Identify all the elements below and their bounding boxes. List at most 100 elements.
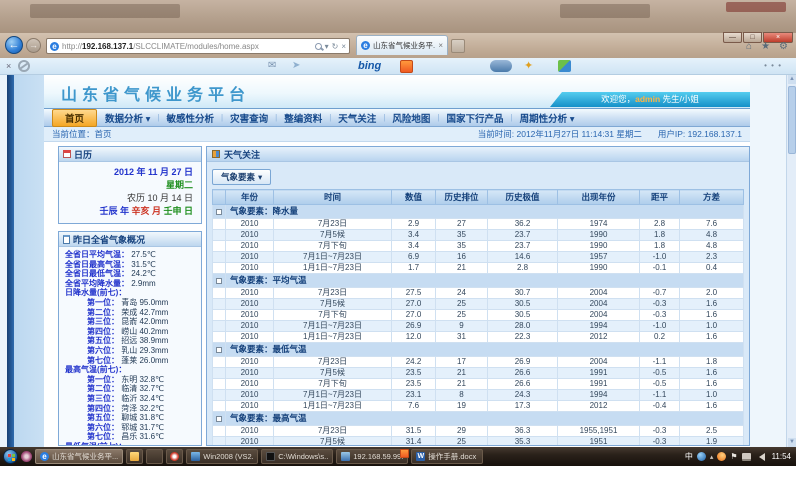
- action-center-flag-icon[interactable]: ⚑: [730, 452, 737, 461]
- network-icon[interactable]: [742, 453, 751, 461]
- cell: 2010: [226, 310, 274, 321]
- volume-icon[interactable]: [755, 453, 765, 461]
- element-selector-button[interactable]: 气象要素 ▾: [212, 169, 271, 185]
- cell: 2004: [558, 310, 640, 321]
- search-icon[interactable]: [315, 43, 322, 50]
- group-checkbox[interactable]: [216, 347, 222, 353]
- addon-cube-icon[interactable]: [558, 60, 571, 72]
- table-row[interactable]: 20107月5候23.52126.61991-0.51.6: [213, 368, 744, 379]
- tray-app-icon[interactable]: [697, 452, 706, 461]
- more-options-icon[interactable]: • • •: [764, 61, 782, 70]
- scroll-down-icon[interactable]: ▼: [788, 438, 796, 447]
- nav-item[interactable]: 周期性分析 ▾: [518, 111, 577, 125]
- tab-close-icon[interactable]: ×: [438, 41, 443, 50]
- table-row[interactable]: 20107月下旬3.43523.719901.84.8: [213, 241, 744, 252]
- tray-expand-icon[interactable]: ▴: [710, 453, 714, 461]
- column-header[interactable]: 时间: [274, 190, 392, 205]
- nav-item[interactable]: 灾害查询: [228, 111, 270, 125]
- sparkle-icon[interactable]: ✦: [524, 59, 533, 72]
- taskbar-clock[interactable]: 11:54: [772, 452, 791, 461]
- forward-button[interactable]: →: [26, 38, 41, 53]
- scroll-up-icon[interactable]: ▲: [788, 75, 796, 84]
- search-caret-icon[interactable]: ▾: [325, 42, 329, 51]
- table-row[interactable]: 20101月1日~7月23日12.03122.320120.21.6: [213, 332, 744, 343]
- nav-item[interactable]: 整编资料: [282, 111, 324, 125]
- taskbar-icon-button[interactable]: [146, 449, 163, 464]
- table-row[interactable]: 20107月23日2.92736.219742.87.6: [213, 219, 744, 230]
- group-checkbox[interactable]: [216, 416, 222, 422]
- group-row[interactable]: 气象要素：最高气温: [213, 412, 744, 426]
- taskbar-icon-button[interactable]: [126, 449, 143, 464]
- taskbar-window-button[interactable]: 192.168.59.99...: [336, 449, 408, 464]
- cell: 4.8: [680, 241, 744, 252]
- page-scrollbar[interactable]: ▲ ▼: [786, 75, 796, 447]
- table-row[interactable]: 20107月23日24.21726.92004-1.11.8: [213, 357, 744, 368]
- page-title: 山东省气候业务平台: [61, 81, 250, 105]
- cell: 26.6: [488, 379, 558, 390]
- table-row[interactable]: 20107月5候31.42535.31951-0.31.9: [213, 437, 744, 447]
- cell: 1.6: [680, 299, 744, 310]
- table-row[interactable]: 20107月5候27.02530.52004-0.31.6: [213, 299, 744, 310]
- mail-icon[interactable]: ✉: [268, 60, 276, 71]
- group-checkbox[interactable]: [216, 209, 222, 215]
- table-row[interactable]: 20101月1日~7月23日1.7212.81990-0.10.4: [213, 263, 744, 274]
- nav-item[interactable]: 数据分析 ▾: [103, 111, 152, 125]
- column-header[interactable]: 历史极值: [488, 190, 558, 205]
- favorites-star-icon[interactable]: ★: [761, 41, 770, 52]
- taskbar-icon-button[interactable]: [166, 449, 183, 464]
- group-checkbox[interactable]: [216, 278, 222, 284]
- taskbar-window-button[interactable]: Win2008 (VS2...: [186, 449, 258, 464]
- commandbar-close-icon[interactable]: ×: [6, 61, 11, 71]
- nav-item[interactable]: 首页: [52, 109, 97, 127]
- table-row[interactable]: 20107月下旬23.52126.61991-0.51.6: [213, 379, 744, 390]
- orange-addon-icon[interactable]: [400, 60, 413, 73]
- cell: 23.1: [392, 390, 436, 401]
- table-row[interactable]: 20101月1日~7月23日7.61917.32012-0.41.6: [213, 401, 744, 412]
- pinned-app-icon[interactable]: [21, 451, 32, 462]
- table-row[interactable]: 20107月1日~7月23日6.91614.61957-1.02.3: [213, 252, 744, 263]
- nav-item[interactable]: 国家下行产品: [444, 111, 505, 125]
- rank-item: 第一位： 青岛 95.0mm: [65, 298, 197, 308]
- addon-pill-icon[interactable]: [490, 60, 512, 72]
- column-header[interactable]: 数值: [392, 190, 436, 205]
- send-icon[interactable]: ➤: [292, 60, 300, 71]
- group-row[interactable]: 气象要素：降水量: [213, 205, 744, 219]
- table-row[interactable]: 20107月23日27.52430.72004-0.72.0: [213, 288, 744, 299]
- cell: 1.8: [640, 241, 680, 252]
- table-row[interactable]: 20107月1日~7月23日23.1824.31994-1.11.0: [213, 390, 744, 401]
- column-header[interactable]: 距平: [640, 190, 680, 205]
- taskbar-window-button[interactable]: W操作手册.docx ...: [411, 449, 483, 464]
- input-method-indicator[interactable]: 中: [685, 451, 693, 462]
- start-button[interactable]: [3, 449, 18, 464]
- minimize-button[interactable]: —: [723, 32, 742, 43]
- row-checkbox-cell: [213, 357, 226, 368]
- column-header[interactable]: 出现年份: [558, 190, 640, 205]
- taskbar-window-button[interactable]: C:\Windows\s...: [261, 449, 333, 464]
- table-row[interactable]: 20107月23日31.52936.31955,1951-0.32.5: [213, 426, 744, 437]
- new-tab-button[interactable]: [451, 39, 465, 53]
- taskbar-window-button[interactable]: e山东省气候业务平...: [35, 449, 123, 464]
- settings-gear-icon[interactable]: ⚙: [779, 41, 788, 52]
- table-row[interactable]: 20107月5候3.43523.719901.84.8: [213, 230, 744, 241]
- home-icon[interactable]: ⌂: [746, 41, 752, 52]
- refresh-icon[interactable]: ↻: [332, 42, 339, 51]
- bing-logo[interactable]: bing: [358, 60, 381, 72]
- scrollbar-thumb[interactable]: [788, 86, 796, 154]
- nav-item[interactable]: 敏感性分析: [165, 111, 217, 125]
- table-row[interactable]: 20107月1日~7月23日26.9928.01994-1.01.0: [213, 321, 744, 332]
- column-header[interactable]: 年份: [226, 190, 274, 205]
- table-row[interactable]: 20107月下旬27.02530.52004-0.31.6: [213, 310, 744, 321]
- browser-tab[interactable]: e 山东省气候业务平... ×: [356, 35, 448, 55]
- stop-icon[interactable]: ×: [341, 42, 346, 51]
- nav-item[interactable]: 天气关注: [336, 111, 378, 125]
- column-header[interactable]: 方差: [680, 190, 744, 205]
- group-row[interactable]: 气象要素：最低气温: [213, 343, 744, 357]
- back-button[interactable]: ←: [5, 36, 23, 54]
- column-header[interactable]: 历史排位: [436, 190, 488, 205]
- firefox-tray-icon[interactable]: [717, 452, 726, 461]
- address-bar[interactable]: e http://192.168.137.1/SLCCLIMATE/module…: [46, 38, 350, 54]
- group-row[interactable]: 气象要素：平均气温: [213, 274, 744, 288]
- row-checkbox-cell: [213, 401, 226, 412]
- url-text[interactable]: http://192.168.137.1/SLCCLIMATE/modules/…: [62, 42, 312, 51]
- nav-item[interactable]: 风险地图: [390, 111, 432, 125]
